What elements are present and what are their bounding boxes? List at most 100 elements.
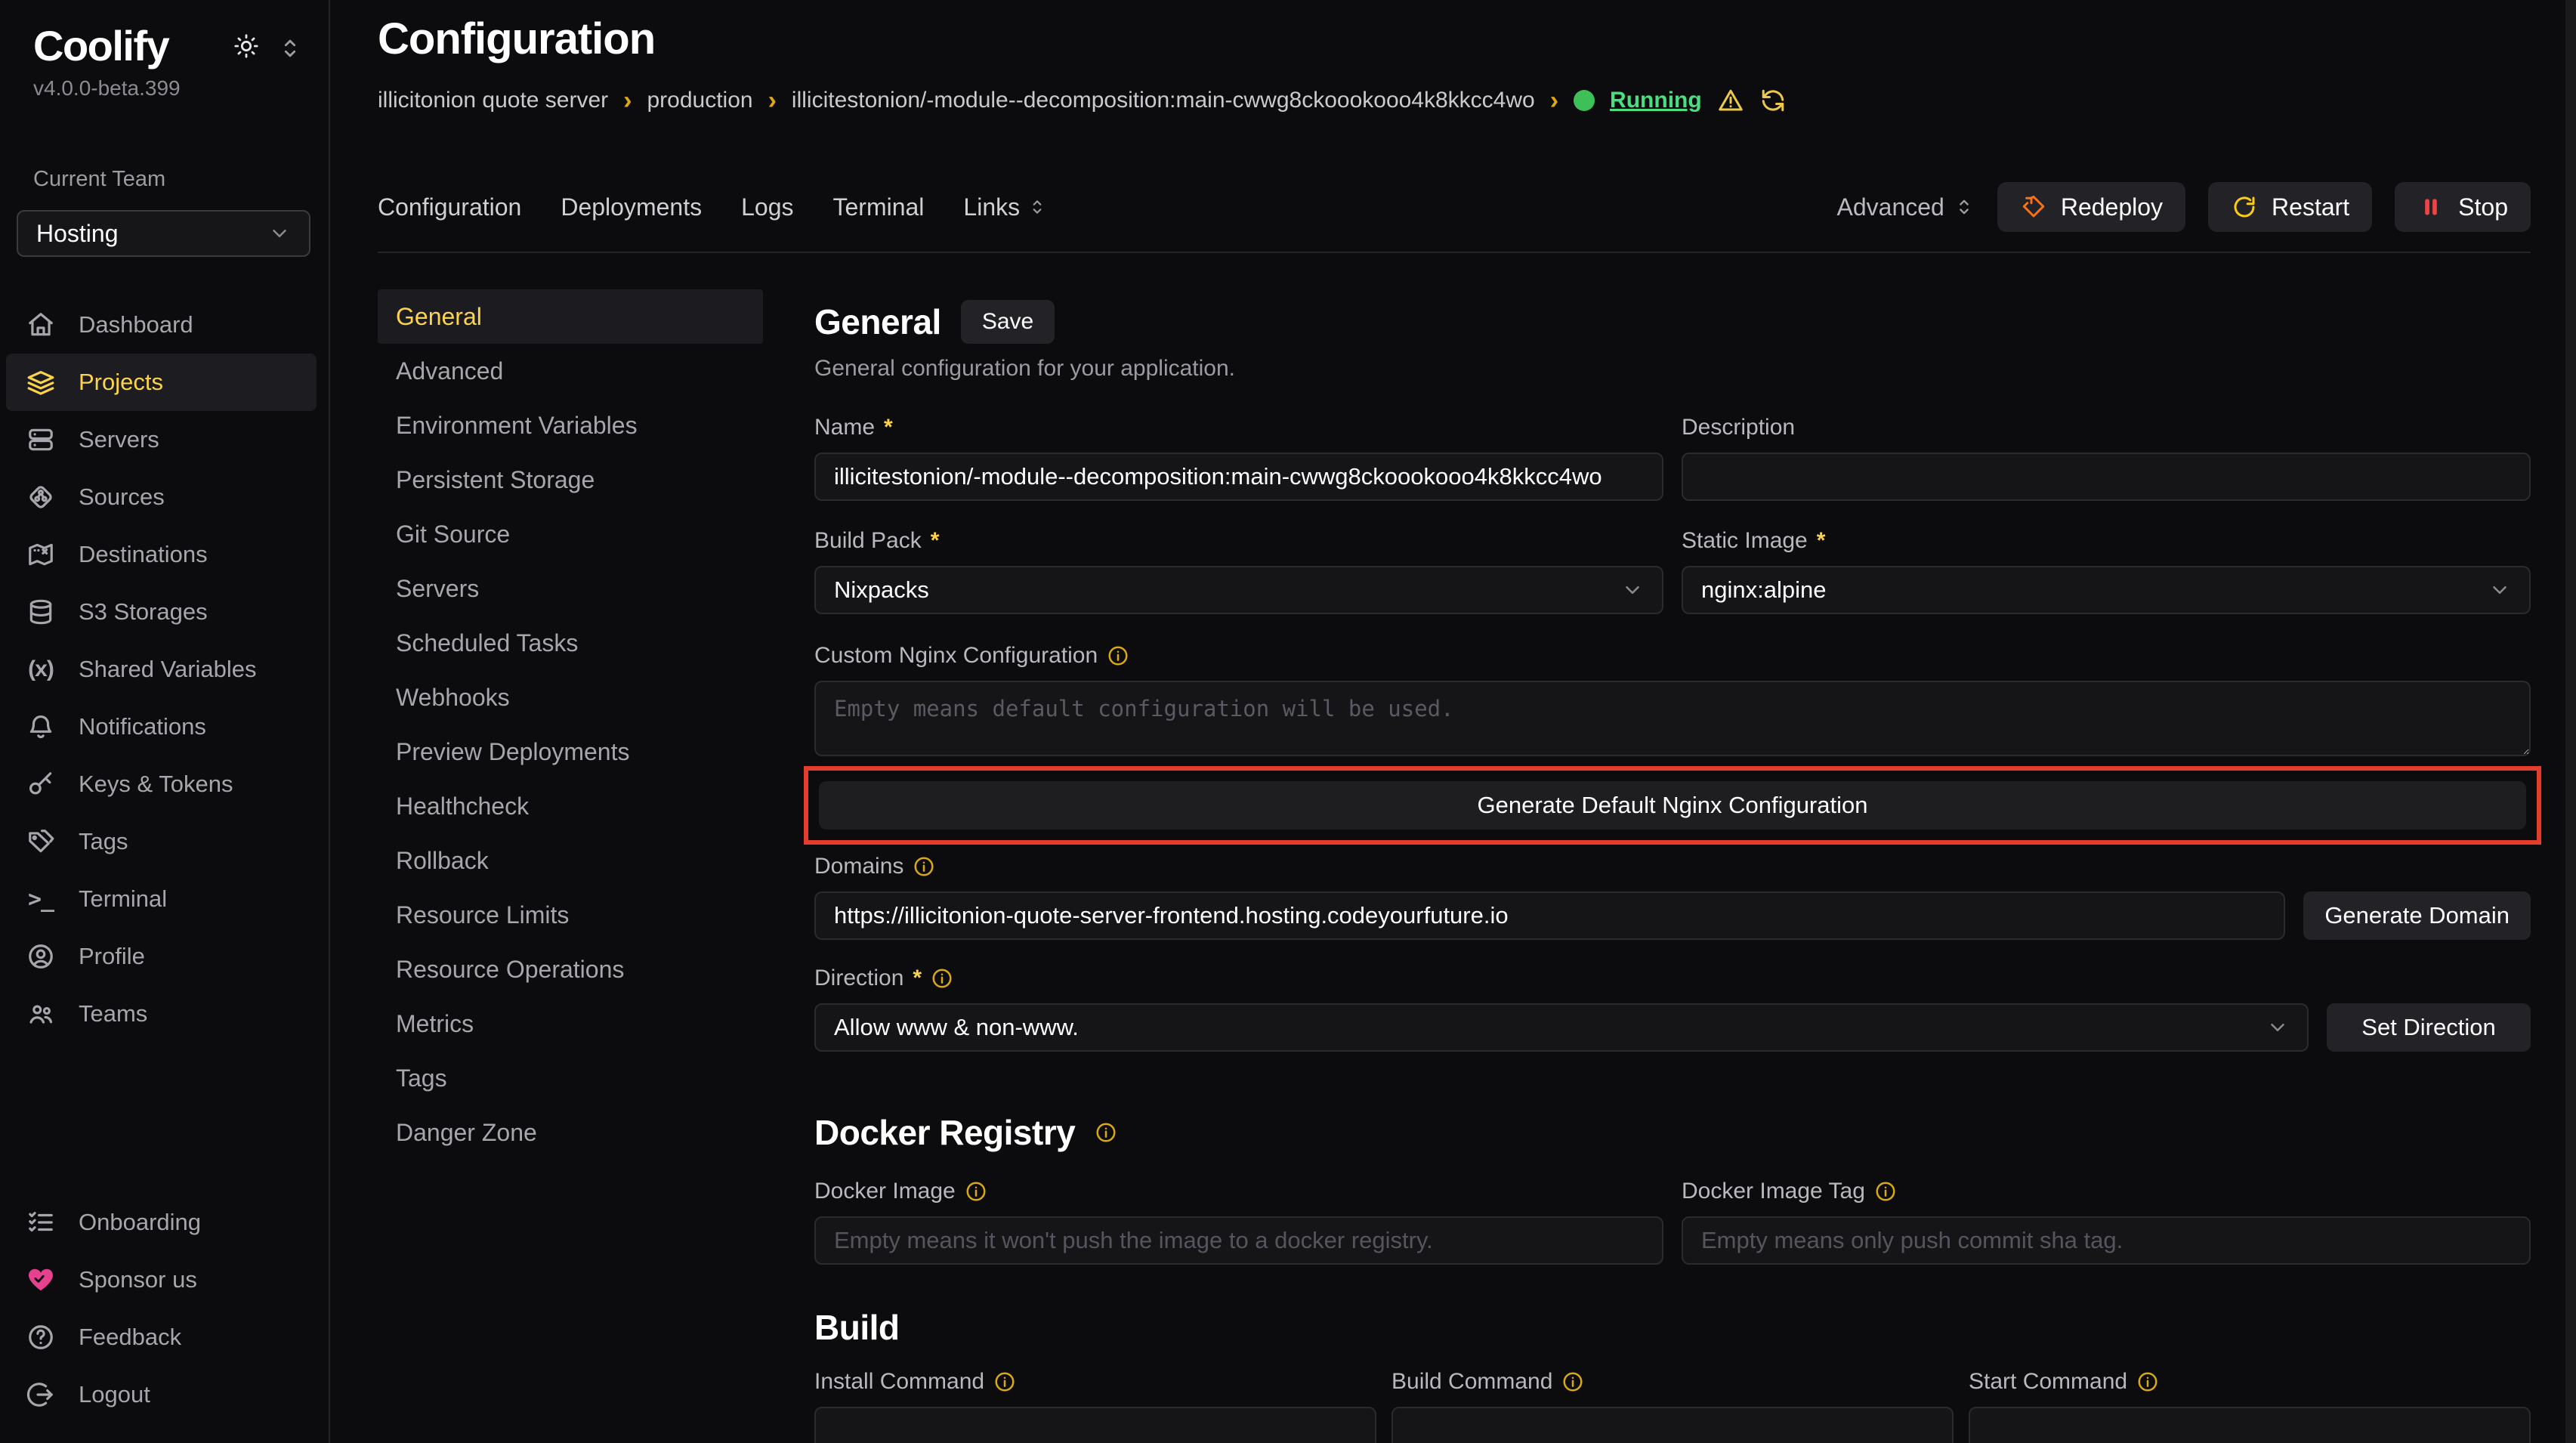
start-command-input[interactable] — [1969, 1407, 2531, 1443]
advanced-dropdown[interactable]: Advanced — [1837, 193, 1975, 221]
sidebar-item-s3-storages[interactable]: S3 Storages — [6, 583, 317, 641]
sidebar-item-dashboard[interactable]: Dashboard — [6, 296, 317, 354]
database-icon — [26, 598, 56, 626]
section-title-build: Build — [814, 1307, 899, 1348]
team-select[interactable]: Hosting — [17, 210, 310, 257]
sidebar-item-sponsor[interactable]: Sponsor us — [6, 1251, 317, 1309]
subnav-healthcheck[interactable]: Healthcheck — [378, 779, 763, 833]
sidebar-item-servers[interactable]: Servers — [6, 411, 317, 468]
subnav-servers[interactable]: Servers — [378, 561, 763, 616]
name-input[interactable] — [814, 453, 1663, 501]
start-command-label: Start Command — [1969, 1369, 2127, 1395]
scrollbar[interactable] — [2565, 0, 2576, 1443]
restart-icon — [2231, 193, 2258, 221]
subnav-general[interactable]: General — [378, 289, 763, 344]
subnav-git-source[interactable]: Git Source — [378, 507, 763, 561]
subnav-tags[interactable]: Tags — [378, 1051, 763, 1105]
restart-button[interactable]: Restart — [2208, 182, 2372, 232]
sidebar-menu: Dashboard Projects Servers Sources Desti… — [0, 296, 329, 1043]
sidebar-item-label: Sponsor us — [79, 1266, 197, 1293]
generate-domain-button[interactable]: Generate Domain — [2303, 891, 2531, 940]
sidebar-item-label: Projects — [79, 369, 163, 396]
sidebar-item-notifications[interactable]: Notifications — [6, 698, 317, 755]
sidebar-item-projects[interactable]: Projects — [6, 354, 317, 411]
annotation-highlight: Generate Default Nginx Configuration — [804, 766, 2541, 845]
direction-select[interactable]: Allow www & non-www. — [814, 1003, 2309, 1052]
info-icon — [913, 855, 935, 878]
section-title-docker-registry: Docker Registry — [814, 1112, 1075, 1153]
breadcrumb-project[interactable]: illicitonion quote server — [378, 88, 608, 113]
section-title-general: General — [814, 301, 941, 342]
sidebar-item-label: Teams — [79, 1000, 147, 1027]
refresh-icon[interactable] — [1759, 87, 1787, 114]
sidebar-item-label: Sources — [79, 484, 165, 511]
home-icon — [26, 311, 56, 339]
set-direction-button[interactable]: Set Direction — [2327, 1003, 2531, 1052]
sidebar-item-sources[interactable]: Sources — [6, 468, 317, 526]
subnav-rollback[interactable]: Rollback — [378, 833, 763, 888]
sidebar-item-shared-variables[interactable]: (x) Shared Variables — [6, 641, 317, 698]
sidebar-item-terminal[interactable]: >_ Terminal — [6, 870, 317, 928]
docker-image-input[interactable] — [814, 1216, 1663, 1265]
sidebar-item-feedback[interactable]: Feedback — [6, 1309, 317, 1366]
redeploy-button[interactable]: Redeploy — [1997, 182, 2185, 232]
subnav-preview-deployments[interactable]: Preview Deployments — [378, 725, 763, 779]
subnav-environment-variables[interactable]: Environment Variables — [378, 398, 763, 453]
description-input[interactable] — [1682, 453, 2531, 501]
breadcrumb-environment[interactable]: production — [647, 88, 752, 113]
general-form: General Save General configuration for y… — [814, 289, 2531, 1443]
install-command-label: Install Command — [814, 1369, 984, 1395]
tab-configuration[interactable]: Configuration — [378, 193, 521, 221]
breadcrumb-application[interactable]: illicitestonion/-module--decomposition:m… — [792, 88, 1535, 113]
subnav-resource-operations[interactable]: Resource Operations — [378, 942, 763, 997]
name-label: Name — [814, 415, 875, 440]
subnav-danger-zone[interactable]: Danger Zone — [378, 1105, 763, 1160]
warning-icon[interactable] — [1717, 87, 1744, 114]
sidebar-item-logout[interactable]: Logout — [6, 1366, 317, 1423]
static-image-label: Static Image — [1682, 528, 1808, 554]
subnav-scheduled-tasks[interactable]: Scheduled Tasks — [378, 616, 763, 670]
generate-nginx-button[interactable]: Generate Default Nginx Configuration — [819, 781, 2526, 830]
tab-terminal[interactable]: Terminal — [832, 193, 924, 221]
build-command-input[interactable] — [1391, 1407, 1954, 1443]
main-content: Configuration illicitonion quote server … — [330, 0, 2576, 1443]
chevron-right-icon — [1550, 88, 1558, 113]
current-team-label: Current Team — [33, 167, 295, 192]
subnav-webhooks[interactable]: Webhooks — [378, 670, 763, 725]
save-button[interactable]: Save — [961, 300, 1055, 344]
subnav-persistent-storage[interactable]: Persistent Storage — [378, 453, 763, 507]
tab-deployments[interactable]: Deployments — [561, 193, 702, 221]
description-label: Description — [1682, 415, 1795, 440]
static-image-select[interactable]: nginx:alpine — [1682, 566, 2531, 614]
tab-links[interactable]: Links — [963, 193, 1047, 221]
nginx-config-label: Custom Nginx Configuration — [814, 643, 1098, 669]
subnav-resource-limits[interactable]: Resource Limits — [378, 888, 763, 942]
nginx-config-textarea[interactable] — [814, 681, 2531, 756]
chevrons-up-down-icon — [277, 36, 298, 57]
docker-image-tag-input[interactable] — [1682, 1216, 2531, 1265]
build-pack-select[interactable]: Nixpacks — [814, 566, 1663, 614]
domains-label: Domains — [814, 854, 903, 879]
status-badge[interactable]: Running — [1610, 88, 1702, 113]
subnav-metrics[interactable]: Metrics — [378, 997, 763, 1051]
sidebar-item-profile[interactable]: Profile — [6, 928, 317, 985]
chevron-down-icon — [268, 222, 291, 245]
sidebar-item-onboarding[interactable]: Onboarding — [6, 1194, 317, 1251]
checklist-icon — [26, 1208, 56, 1237]
logout-icon — [26, 1380, 56, 1409]
domains-input[interactable] — [814, 891, 2285, 940]
info-icon — [1107, 644, 1129, 667]
subnav-advanced[interactable]: Advanced — [378, 344, 763, 398]
chevron-right-icon — [623, 88, 632, 113]
chevron-right-icon — [768, 88, 777, 113]
info-icon — [965, 1180, 987, 1203]
sidebar-item-keys-tokens[interactable]: Keys & Tokens — [6, 755, 317, 813]
sidebar-item-tags[interactable]: Tags — [6, 813, 317, 870]
sidebar-item-teams[interactable]: Teams — [6, 985, 317, 1043]
sidebar-item-label: Dashboard — [79, 311, 193, 338]
tab-logs[interactable]: Logs — [741, 193, 793, 221]
theme-toggle[interactable] — [233, 33, 298, 59]
stop-button[interactable]: Stop — [2395, 182, 2531, 232]
install-command-input[interactable] — [814, 1407, 1376, 1443]
sidebar-item-destinations[interactable]: Destinations — [6, 526, 317, 583]
